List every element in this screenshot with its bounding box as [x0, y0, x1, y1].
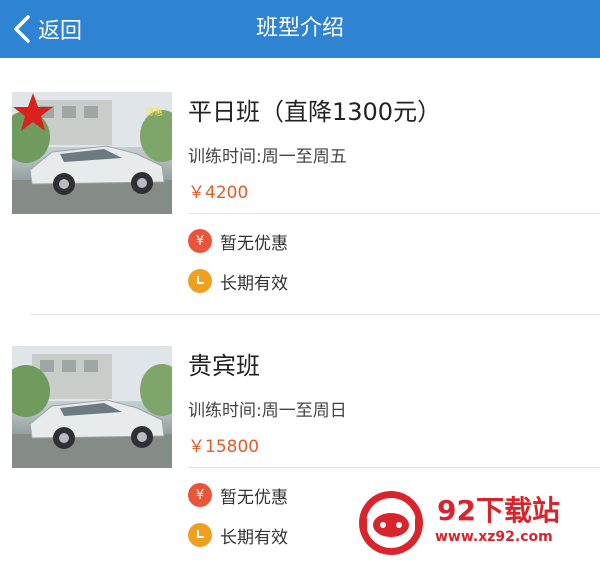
- course-name: 平日班（直降1300元）: [188, 98, 442, 126]
- course-name: 贵宾班: [188, 352, 260, 380]
- divider: [188, 467, 600, 468]
- course-thumbnail: 特惠: [12, 92, 172, 214]
- discount-star-badge: [13, 93, 53, 131]
- perk-text: 暂无优惠: [220, 487, 288, 508]
- clock-icon: [188, 269, 212, 293]
- top-nav-bar: 班型介绍 返回: [0, 0, 600, 58]
- back-label: 返回: [38, 19, 83, 44]
- watermark-logo-icon: [359, 491, 423, 555]
- perk-text: 暂无优惠: [220, 233, 288, 254]
- training-time: 训练时间:周一至周五: [188, 147, 347, 167]
- site-watermark: 92下载站 www.xz92.com: [355, 483, 595, 563]
- chevron-left-icon: [14, 15, 30, 43]
- training-time: 训练时间:周一至周日: [188, 401, 347, 421]
- perk-text: 长期有效: [220, 527, 288, 548]
- perk-row-validity: 长期有效: [188, 522, 288, 548]
- perk-text: 长期有效: [220, 273, 288, 294]
- perk-row-discount: ¥ 暂无优惠: [188, 482, 288, 508]
- page-title: 班型介绍: [255, 16, 344, 41]
- yen-icon: ¥: [188, 229, 212, 253]
- course-thumbnail: [12, 346, 172, 468]
- perk-row-discount: ¥ 暂无优惠: [188, 228, 288, 254]
- course-price: ￥15800: [188, 437, 260, 457]
- divider: [188, 213, 600, 214]
- badge-label: 特惠: [145, 108, 164, 118]
- clock-icon: [188, 523, 212, 547]
- watermark-url: www.xz92.com: [435, 529, 553, 545]
- course-price: ￥4200: [188, 183, 249, 203]
- yen-icon: ¥: [188, 483, 212, 507]
- back-button[interactable]: 返回: [12, 0, 82, 58]
- perk-row-validity: 长期有效: [188, 268, 288, 294]
- card-divider: [30, 314, 600, 315]
- watermark-title: 92下载站: [437, 494, 560, 527]
